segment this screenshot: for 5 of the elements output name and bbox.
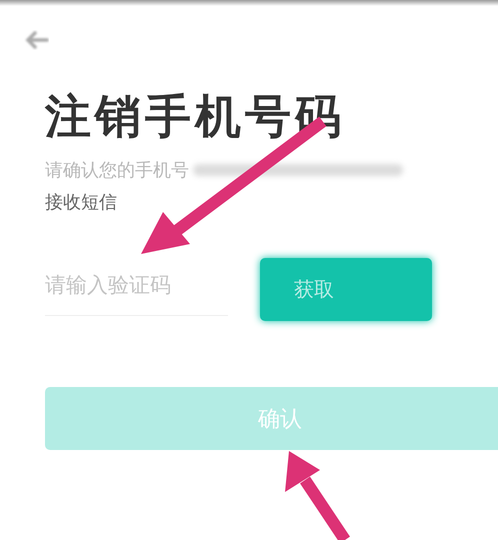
back-icon[interactable]	[23, 30, 49, 50]
prompt-text: 请确认您的手机号	[45, 159, 189, 182]
get-code-button[interactable]: 获取	[260, 258, 432, 321]
code-input-field[interactable]: 请输入验证码	[45, 263, 228, 316]
prompt-text: 接收短信	[45, 191, 117, 214]
